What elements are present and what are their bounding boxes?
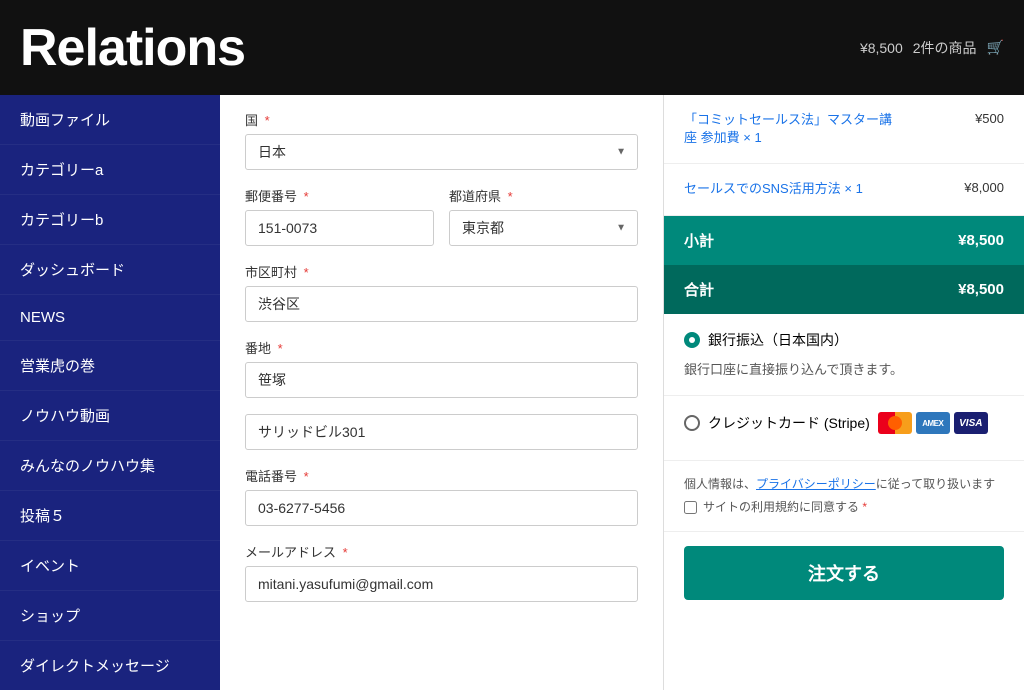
order-item-2: セールスでのSNS活用方法 × 1 ¥8,000 bbox=[664, 164, 1024, 215]
postal-input[interactable] bbox=[245, 210, 434, 246]
sidebar-item-category-a[interactable]: カテゴリーa bbox=[0, 145, 220, 195]
postal-group: 郵便番号 * bbox=[245, 186, 434, 246]
cart-price: ¥8,500 bbox=[860, 40, 903, 56]
cart-icon[interactable]: 🛒 bbox=[987, 39, 1004, 56]
sidebar-item-dashboard[interactable]: ダッシュボード bbox=[0, 245, 220, 295]
privacy-policy-link[interactable]: プライバシーポリシー bbox=[756, 477, 876, 491]
postal-prefecture-row: 郵便番号 * 都道府県 * 東京都 bbox=[245, 186, 638, 262]
order-button-section: 注文する bbox=[664, 532, 1024, 614]
order-item-1-name: 「コミットセールス法」マスター講座 参加費 × 1 bbox=[684, 111, 904, 147]
content-wrapper: 国 * 日本 郵便番号 * 都道府県 * bbox=[220, 95, 1024, 690]
sidebar-item-category-b[interactable]: カテゴリーb bbox=[0, 195, 220, 245]
country-label: 国 * bbox=[245, 110, 638, 129]
email-label: メールアドレス * bbox=[245, 542, 638, 561]
email-input[interactable] bbox=[245, 566, 638, 602]
sidebar-item-shop[interactable]: ショップ bbox=[0, 591, 220, 641]
payment-bank-label: 銀行振込（日本国内） bbox=[708, 330, 848, 350]
sidebar-item-sales-tiger[interactable]: 営業虎の巻 bbox=[0, 341, 220, 391]
sidebar-item-post5[interactable]: 投稿５ bbox=[0, 491, 220, 541]
address2-group bbox=[245, 414, 638, 450]
country-select-wrapper: 日本 bbox=[245, 134, 638, 170]
payment-card-section: クレジットカード (Stripe) AMEX VISA bbox=[664, 396, 1024, 461]
city-group: 市区町村 * bbox=[245, 262, 638, 322]
payment-bank-radio[interactable] bbox=[684, 332, 700, 348]
order-subtotal-row: 小計 ¥8,500 bbox=[664, 216, 1024, 265]
sidebar-item-knowhow-video[interactable]: ノウハウ動画 bbox=[0, 391, 220, 441]
address-label: 番地 * bbox=[245, 338, 638, 357]
order-item-2-price: ¥8,000 bbox=[964, 180, 1004, 195]
subtotal-label: 小計 bbox=[684, 230, 714, 251]
terms-label: サイトの利用規約に同意する * bbox=[703, 498, 867, 517]
city-label: 市区町村 * bbox=[245, 262, 638, 281]
city-input[interactable] bbox=[245, 286, 638, 322]
subtotal-value: ¥8,500 bbox=[958, 232, 1004, 249]
sidebar-item-direct-message[interactable]: ダイレクトメッセージ bbox=[0, 641, 220, 690]
prefecture-select-wrapper: 東京都 bbox=[449, 210, 638, 246]
privacy-section: 個人情報は、プライバシーポリシーに従って取り扱います サイトの利用規約に同意する… bbox=[664, 461, 1024, 532]
address2-input[interactable] bbox=[245, 414, 638, 450]
mastercard-icon bbox=[878, 412, 912, 434]
postal-label: 郵便番号 * bbox=[245, 186, 434, 205]
privacy-text2: に従って取り扱います bbox=[876, 477, 995, 491]
sidebar-item-news[interactable]: NEWS bbox=[0, 295, 220, 341]
address-input[interactable] bbox=[245, 362, 638, 398]
privacy-text1: 個人情報は、 bbox=[684, 477, 756, 491]
required-mark: * bbox=[261, 113, 270, 128]
payment-card-option[interactable]: クレジットカード (Stripe) AMEX VISA bbox=[684, 412, 1004, 434]
prefecture-label: 都道府県 * bbox=[449, 186, 638, 205]
sidebar-item-everyone-knowhow[interactable]: みんなのノウハウ集 bbox=[0, 441, 220, 491]
payment-bank-desc: 銀行口座に直接振り込んで頂きます。 bbox=[684, 360, 1004, 380]
order-item-1: 「コミットセールス法」マスター講座 参加費 × 1 ¥500 bbox=[664, 95, 1024, 164]
total-value: ¥8,500 bbox=[958, 281, 1004, 298]
payment-card-label: クレジットカード (Stripe) bbox=[708, 413, 870, 433]
cart-summary: ¥8,500 2件の商品 🛒 bbox=[860, 38, 1004, 58]
total-label: 合計 bbox=[684, 279, 714, 300]
order-summary: 「コミットセールス法」マスター講座 参加費 × 1 ¥500 セールスでのSNS… bbox=[664, 95, 1024, 690]
payment-card-radio[interactable] bbox=[684, 415, 700, 431]
prefecture-group: 都道府県 * 東京都 bbox=[449, 186, 638, 246]
phone-label: 電話番号 * bbox=[245, 466, 638, 485]
phone-group: 電話番号 * bbox=[245, 466, 638, 526]
phone-input[interactable] bbox=[245, 490, 638, 526]
header: Relations ¥8,500 2件の商品 🛒 bbox=[0, 0, 1024, 95]
sidebar: 動画ファイル カテゴリーa カテゴリーb ダッシュボード NEWS 営業虎の巻 … bbox=[0, 95, 220, 690]
amex-icon: AMEX bbox=[916, 412, 950, 434]
order-total-row: 合計 ¥8,500 bbox=[664, 265, 1024, 314]
visa-icon: VISA bbox=[954, 412, 988, 434]
order-item-1-price: ¥500 bbox=[975, 111, 1004, 126]
checkout-form: 国 * 日本 郵便番号 * 都道府県 * bbox=[220, 95, 664, 690]
terms-row: サイトの利用規約に同意する * bbox=[684, 498, 1004, 517]
address-group: 番地 * bbox=[245, 338, 638, 398]
payment-section: 銀行振込（日本国内） 銀行口座に直接振り込んで頂きます。 bbox=[664, 314, 1024, 397]
page-title: Relations bbox=[20, 18, 245, 78]
email-group: メールアドレス * bbox=[245, 542, 638, 602]
card-icons: AMEX VISA bbox=[878, 412, 988, 434]
sidebar-item-video-files[interactable]: 動画ファイル bbox=[0, 95, 220, 145]
terms-checkbox[interactable] bbox=[684, 501, 697, 514]
country-select[interactable]: 日本 bbox=[245, 134, 638, 170]
main-layout: 動画ファイル カテゴリーa カテゴリーb ダッシュボード NEWS 営業虎の巻 … bbox=[0, 95, 1024, 690]
prefecture-select[interactable]: 東京都 bbox=[449, 210, 638, 246]
sidebar-item-event[interactable]: イベント bbox=[0, 541, 220, 591]
order-item-2-name: セールスでのSNS活用方法 × 1 bbox=[684, 180, 863, 198]
cart-items-count: 2件の商品 bbox=[913, 38, 977, 58]
payment-bank-option[interactable]: 銀行振込（日本国内） bbox=[684, 330, 1004, 350]
country-group: 国 * 日本 bbox=[245, 110, 638, 170]
order-submit-button[interactable]: 注文する bbox=[684, 546, 1004, 600]
